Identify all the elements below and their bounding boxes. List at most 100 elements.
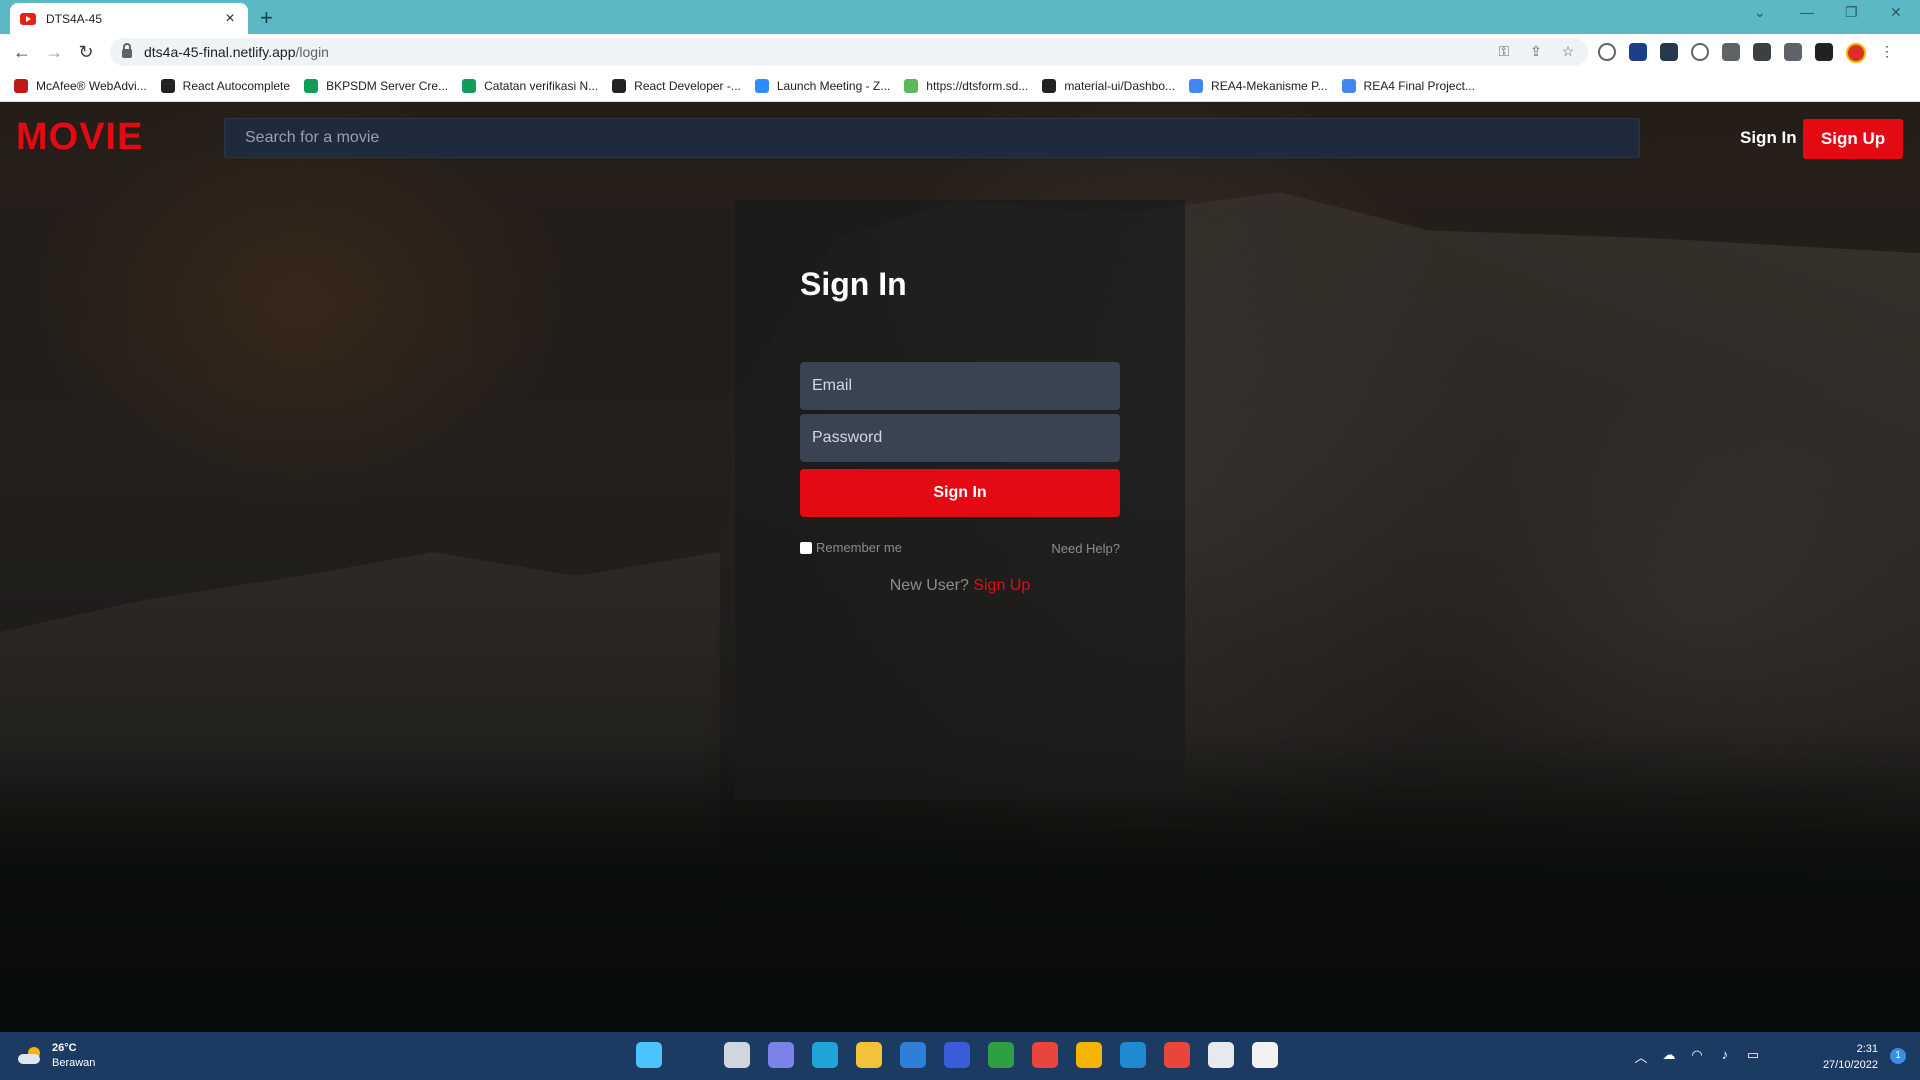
bookmark-item[interactable]: McAfee® WebAdvi... xyxy=(14,78,147,93)
extension-1-icon[interactable] xyxy=(1598,43,1616,61)
bookmark-star-icon[interactable]: ☆ xyxy=(1560,43,1576,59)
close-tab-icon[interactable]: × xyxy=(222,10,238,28)
bookmark-item[interactable]: React Autocomplete xyxy=(160,78,291,93)
bookmark-item[interactable]: REA4-Mekanisme P... xyxy=(1189,78,1328,93)
notification-badge[interactable]: 1 xyxy=(1890,1048,1906,1064)
store-icon[interactable] xyxy=(1208,1042,1234,1068)
back-icon[interactable]: ← xyxy=(10,40,34,64)
pen-app-icon[interactable] xyxy=(944,1042,970,1068)
bookmark-item[interactable]: Launch Meeting - Z... xyxy=(754,78,891,93)
remember-me: Remember me xyxy=(800,540,902,555)
bookmark-favicon-icon xyxy=(1042,78,1057,93)
remember-me-label[interactable]: Remember me xyxy=(816,540,902,555)
bookmark-item[interactable]: REA4 Final Project... xyxy=(1341,78,1475,93)
new-user-prompt: New User? Sign Up xyxy=(735,577,1185,595)
tab-search-icon[interactable]: ⌄ xyxy=(1754,4,1766,21)
weather-condition: Berawan xyxy=(52,1057,96,1069)
movie-search-input[interactable] xyxy=(224,118,1640,158)
key-icon[interactable]: ⚿ xyxy=(1496,43,1512,59)
clock[interactable]: 2:31 27/10/2022 xyxy=(1823,1041,1878,1073)
mail-icon[interactable] xyxy=(900,1042,926,1068)
password-field[interactable] xyxy=(800,414,1120,462)
edge-icon[interactable] xyxy=(812,1042,838,1068)
bookmark-item[interactable]: React Developer -... xyxy=(612,78,741,93)
bookmark-label: Launch Meeting - Z... xyxy=(776,78,891,93)
search-icon[interactable] xyxy=(680,1042,706,1068)
snipping-tool-icon[interactable] xyxy=(1252,1042,1278,1068)
share-icon[interactable]: ⇪ xyxy=(1528,43,1544,59)
login-page: MOVIE Sign In Sign Up Sign In Sign In Re… xyxy=(0,102,1920,1032)
address-bar[interactable]: dts4a-45-final.netlify.app /login ⚿ ⇪ ☆ xyxy=(110,38,1588,66)
bookmark-favicon-icon xyxy=(462,78,477,93)
bookmark-label: React Autocomplete xyxy=(182,78,291,93)
bookmark-favicon-icon xyxy=(14,78,28,93)
bookmark-label: McAfee® WebAdvi... xyxy=(36,78,147,93)
system-tray: ︿ ☁ ◠ ♪ ▭ xyxy=(1634,1047,1760,1066)
sign-in-title: Sign In xyxy=(800,266,907,302)
need-help-link[interactable]: Need Help? xyxy=(1050,541,1120,556)
side-panel-icon[interactable] xyxy=(1815,43,1833,61)
reload-icon[interactable]: ↻ xyxy=(74,40,98,64)
reading-list-icon[interactable] xyxy=(1784,43,1802,61)
movie-logo[interactable]: MOVIE xyxy=(16,116,143,159)
bookmark-label: Catatan verifikasi N... xyxy=(484,78,599,93)
browser-tab-strip: DTS4A-45 × + ⌄ — ❐ ✕ xyxy=(0,0,1920,34)
youtube-favicon-icon xyxy=(20,12,36,25)
bookmark-favicon-icon xyxy=(304,78,319,93)
sign-in-button[interactable]: Sign In xyxy=(800,469,1120,517)
task-view-icon[interactable] xyxy=(724,1042,750,1068)
email-field[interactable] xyxy=(800,362,1120,410)
bookmark-label: REA4-Mekanisme P... xyxy=(1211,78,1328,93)
speaker-icon[interactable]: ♪ xyxy=(1718,1047,1732,1066)
close-window-icon[interactable]: ✕ xyxy=(1890,4,1902,21)
sign-in-card: Sign In Sign In Remember me Need Help? N… xyxy=(735,200,1185,800)
partly-cloudy-icon xyxy=(18,1047,44,1065)
bookmark-item[interactable]: Catatan verifikasi N... xyxy=(462,78,599,93)
nav-sign-up-button[interactable]: Sign Up xyxy=(1803,119,1903,159)
url-path: /login xyxy=(295,44,329,60)
wifi-icon[interactable]: ◠ xyxy=(1690,1047,1704,1066)
file-explorer-icon[interactable] xyxy=(856,1042,882,1068)
site-navbar: MOVIE Sign In Sign Up xyxy=(0,102,1920,176)
cloud-icon[interactable]: ☁ xyxy=(1662,1047,1676,1066)
video-editor-icon[interactable] xyxy=(1164,1042,1190,1068)
bookmark-item[interactable]: https://dtsform.sd... xyxy=(904,78,1028,93)
sign-up-link[interactable]: Sign Up xyxy=(973,577,1030,594)
new-tab-icon[interactable]: + xyxy=(260,5,273,31)
vscode-icon[interactable] xyxy=(1120,1042,1146,1068)
menu-kebab-icon[interactable]: ⋮ xyxy=(1879,43,1895,59)
browser-tab[interactable]: DTS4A-45 × xyxy=(10,3,248,34)
extension-2-icon[interactable] xyxy=(1629,43,1647,61)
chevron-up-icon[interactable]: ︿ xyxy=(1634,1047,1648,1066)
extension-5-icon[interactable] xyxy=(1722,43,1740,61)
minimize-icon[interactable]: — xyxy=(1800,4,1814,20)
windows-taskbar: 26°C Berawan ︿ ☁ ◠ ♪ ▭ 2:31 27/10/2022 1 xyxy=(0,1032,1920,1080)
battery-icon[interactable]: ▭ xyxy=(1746,1047,1760,1066)
chrome-profile-icon[interactable] xyxy=(1076,1042,1102,1068)
bookmark-favicon-icon xyxy=(612,78,627,93)
bookmark-favicon-icon xyxy=(1341,78,1356,93)
weather-widget[interactable]: 26°C Berawan xyxy=(18,1041,95,1071)
bookmark-label: material-ui/Dashbo... xyxy=(1064,78,1176,93)
bookmark-favicon-icon xyxy=(160,78,175,93)
bookmark-item[interactable]: BKPSDM Server Cre... xyxy=(304,78,449,93)
bookmarks-bar: McAfee® WebAdvi... React Autocomplete BKPS… xyxy=(0,70,1920,102)
clock-time: 2:31 xyxy=(1856,1043,1878,1055)
profile-avatar[interactable] xyxy=(1846,43,1866,63)
temperature: 26°C xyxy=(52,1042,77,1054)
bookmark-item[interactable]: material-ui/Dashbo... xyxy=(1042,78,1176,93)
chrome-icon[interactable] xyxy=(1032,1042,1058,1068)
forward-icon[interactable]: → xyxy=(42,40,66,64)
xbox-icon[interactable] xyxy=(988,1042,1014,1068)
windows-start-icon[interactable] xyxy=(636,1042,662,1068)
puzzle-extensions-icon[interactable] xyxy=(1753,43,1771,61)
restore-icon[interactable]: ❐ xyxy=(1845,4,1858,21)
bookmark-label: REA4 Final Project... xyxy=(1363,78,1475,93)
nav-sign-in-link[interactable]: Sign In xyxy=(1740,128,1797,148)
extension-4-icon[interactable] xyxy=(1691,43,1709,61)
extension-3-icon[interactable] xyxy=(1660,43,1678,61)
extensions-area: ⋮ xyxy=(1598,43,1895,63)
bookmark-label: BKPSDM Server Cre... xyxy=(326,78,449,93)
chat-icon[interactable] xyxy=(768,1042,794,1068)
remember-me-checkbox[interactable] xyxy=(800,541,812,554)
